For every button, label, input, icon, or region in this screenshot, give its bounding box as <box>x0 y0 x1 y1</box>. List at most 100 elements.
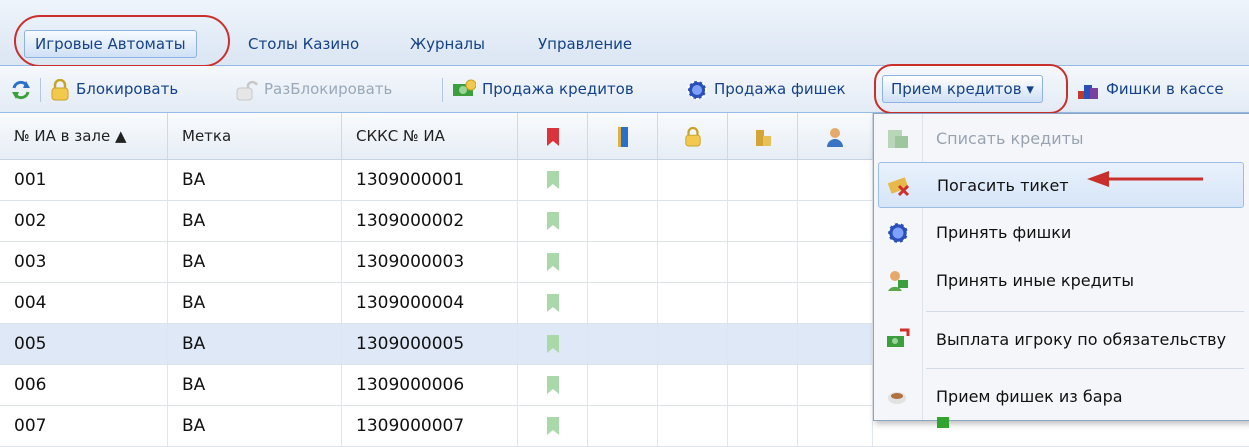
menu-item-accept-chips-from-bar[interactable]: Прием фишек из бара <box>878 374 1244 420</box>
sell-chips-label: Продажа фишек <box>714 80 846 98</box>
chip-icon <box>687 79 707 100</box>
sell-credits-label: Продажа кредитов <box>482 80 634 98</box>
tab-casino-tables[interactable]: Столы Казино <box>238 31 369 57</box>
cell-empty <box>658 365 728 405</box>
cell-skks: 1309000002 <box>342 201 518 241</box>
cell-empty <box>798 201 873 241</box>
cell-number: 002 <box>0 201 168 241</box>
bookmark-green-icon <box>546 212 559 230</box>
cell-empty <box>798 283 873 323</box>
menu-item-write-off-credits[interactable]: Списать кредиты <box>878 116 1244 162</box>
column-header-coins[interactable] <box>728 113 798 159</box>
cell-tag: BA <box>168 160 342 200</box>
column-header-lock[interactable] <box>658 113 728 159</box>
cell-bookmark <box>518 365 588 405</box>
tab-management[interactable]: Управление <box>528 31 642 57</box>
cell-empty <box>798 406 873 446</box>
bookmark-green-icon <box>546 253 559 271</box>
write-off-icon <box>888 130 908 148</box>
menu-item-accept-chips[interactable]: Принять фишки <box>878 210 1244 256</box>
column-header-number[interactable]: № ИА в зале ▲ <box>0 113 168 159</box>
lock-label: Блокировать <box>76 80 179 98</box>
cell-empty <box>588 201 658 241</box>
cell-empty <box>798 324 873 364</box>
sell-credits-button[interactable]: Продажа кредитов <box>452 76 634 102</box>
cell-tag: BA <box>168 283 342 323</box>
chips-in-cash-label: Фишки в кассе <box>1106 80 1224 98</box>
bookmark-red-icon <box>546 127 559 146</box>
coins-icon <box>755 129 771 146</box>
status-indicator <box>937 417 949 428</box>
cell-number: 005 <box>0 324 168 364</box>
menu-item-label: Принять фишки <box>936 223 1072 242</box>
cell-skks: 1309000003 <box>342 242 518 282</box>
annotation-circle-tab <box>14 15 230 67</box>
cell-tag: BA <box>168 406 342 446</box>
cell-tag: BA <box>168 201 342 241</box>
cell-bookmark <box>518 283 588 323</box>
cell-number: 003 <box>0 242 168 282</box>
cell-empty <box>658 324 728 364</box>
cell-bookmark <box>518 160 588 200</box>
user-icon <box>827 127 843 147</box>
cell-empty <box>588 406 658 446</box>
cell-tag: BA <box>168 365 342 405</box>
refresh-button[interactable] <box>10 76 38 102</box>
lock-icon <box>51 78 69 100</box>
unlock-label: РазБлокировать <box>264 80 393 98</box>
cell-empty <box>728 201 798 241</box>
cell-skks: 1309000007 <box>342 406 518 446</box>
tab-journals[interactable]: Журналы <box>400 31 495 57</box>
cell-empty <box>728 283 798 323</box>
cell-number: 004 <box>0 283 168 323</box>
payout-icon <box>887 328 910 347</box>
bookmark-green-icon <box>546 171 559 189</box>
cell-empty <box>798 365 873 405</box>
toolbar-separator <box>442 78 443 102</box>
menu-item-payout-obligation[interactable]: Выплата игроку по обязательству <box>878 317 1244 363</box>
menu-separator <box>926 311 1244 312</box>
cell-empty <box>588 242 658 282</box>
cup-icon <box>888 392 906 404</box>
column-header-user[interactable] <box>798 113 873 159</box>
receive-credits-dropdown-menu: Списать кредиты Погасить тикет Принять ф… <box>873 113 1249 421</box>
book-blue-icon <box>617 126 628 147</box>
menu-item-label: Списать кредиты <box>936 129 1084 148</box>
menu-item-accept-other-credits[interactable]: Принять иные кредиты <box>878 258 1244 304</box>
ticket-icon <box>887 177 910 197</box>
cell-empty <box>728 242 798 282</box>
money-person-icon <box>888 271 908 291</box>
cell-bookmark <box>518 242 588 282</box>
cell-tag: BA <box>168 324 342 364</box>
column-header-book[interactable] <box>588 113 658 159</box>
cell-empty <box>588 324 658 364</box>
bookmark-green-icon <box>546 335 559 353</box>
cell-empty <box>588 283 658 323</box>
cell-empty <box>658 242 728 282</box>
cell-number: 007 <box>0 406 168 446</box>
lock-button[interactable]: Блокировать <box>50 76 178 102</box>
cell-empty <box>728 324 798 364</box>
menu-item-label: Погасить тикет <box>937 176 1069 195</box>
cell-empty <box>798 242 873 282</box>
column-header-bookmark[interactable] <box>518 113 588 159</box>
refresh-icon <box>12 80 30 99</box>
unlock-button[interactable]: РазБлокировать <box>236 76 392 102</box>
sell-credits-icon <box>453 79 477 96</box>
bookmark-green-icon <box>546 294 559 312</box>
annotation-arrow-icon <box>1087 171 1203 187</box>
chips-stack-icon <box>1078 84 1098 99</box>
sell-chips-button[interactable]: Продажа фишек <box>686 76 846 102</box>
cell-skks: 1309000001 <box>342 160 518 200</box>
column-header-skks[interactable]: СККС № ИА <box>342 113 518 159</box>
chips-in-cash-button[interactable]: Фишки в кассе <box>1076 76 1224 102</box>
cell-empty <box>658 406 728 446</box>
cell-empty <box>588 365 658 405</box>
annotation-circle-menu-button <box>874 64 1068 114</box>
column-header-tag[interactable]: Метка <box>168 113 342 159</box>
cell-empty <box>728 365 798 405</box>
menu-item-label: Прием фишек из бара <box>936 387 1123 406</box>
cell-number: 006 <box>0 365 168 405</box>
cell-empty <box>588 160 658 200</box>
lock-icon <box>684 126 701 146</box>
